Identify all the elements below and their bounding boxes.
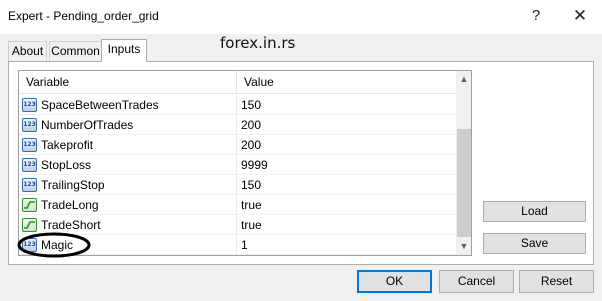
tab-about[interactable]: About: [8, 41, 47, 61]
boolean-icon: [22, 218, 37, 232]
header-variable[interactable]: Variable: [19, 71, 69, 94]
variable-value[interactable]: 200: [241, 135, 261, 155]
window-title: Expert - Pending_order_grid: [8, 9, 159, 23]
load-button[interactable]: Load: [483, 201, 586, 222]
variable-name: Takeprofit: [41, 138, 94, 152]
boolean-icon: [22, 198, 37, 212]
variable-name: TradeShort: [41, 218, 101, 232]
numeric-icon: 123: [22, 138, 37, 152]
variable-name: Magic: [41, 238, 74, 252]
numeric-icon: 123: [22, 178, 37, 192]
variable-value[interactable]: 150: [241, 95, 261, 115]
table-row[interactable]: TradeLong true: [19, 195, 456, 215]
cancel-button[interactable]: Cancel: [439, 270, 514, 293]
table-row[interactable]: 123 TrailingStop 150: [19, 175, 456, 195]
scroll-down-icon[interactable]: ▼: [456, 238, 471, 255]
variable-name: NumberOfTrades: [41, 118, 134, 132]
variable-value[interactable]: 200: [241, 115, 261, 135]
save-button[interactable]: Save: [483, 233, 586, 254]
close-icon[interactable]: ✕: [568, 5, 592, 27]
variable-value[interactable]: 150: [241, 175, 261, 195]
ok-button[interactable]: OK: [357, 270, 432, 293]
reset-button[interactable]: Reset: [519, 270, 594, 293]
variable-value[interactable]: true: [241, 215, 262, 235]
watermark-text: forex.in.rs: [220, 34, 296, 52]
numeric-icon: 123: [22, 98, 37, 112]
table-row[interactable]: TradeShort true: [19, 215, 456, 235]
tab-common[interactable]: Common: [49, 41, 102, 61]
inputs-grid: Variable Value 123 SpaceBetweenTrades 15…: [18, 70, 472, 256]
grid-header: Variable Value: [19, 71, 456, 94]
grid-scrollbar[interactable]: ▲ ▼: [456, 71, 471, 255]
variable-name: TrailingStop: [41, 178, 105, 192]
variable-value[interactable]: true: [241, 195, 262, 215]
variable-value[interactable]: 1: [241, 235, 248, 255]
scroll-up-icon[interactable]: ▲: [456, 71, 471, 88]
title-bar: Expert - Pending_order_grid ? ✕: [0, 0, 602, 34]
variable-name: StopLoss: [41, 158, 92, 172]
variable-name: SpaceBetweenTrades: [41, 98, 159, 112]
table-row[interactable]: 123 StopLoss 9999: [19, 155, 456, 175]
table-row[interactable]: 123 NumberOfTrades 200: [19, 115, 456, 135]
numeric-icon: 123: [22, 118, 37, 132]
table-row[interactable]: 123 SpaceBetweenTrades 150: [19, 95, 456, 115]
variable-value[interactable]: 9999: [241, 155, 268, 175]
variable-name: TradeLong: [41, 198, 99, 212]
tab-inputs[interactable]: Inputs: [101, 39, 147, 62]
header-value[interactable]: Value: [237, 71, 274, 94]
table-row[interactable]: 123 Takeprofit 200: [19, 135, 456, 155]
numeric-icon: 123: [22, 238, 37, 252]
help-icon[interactable]: ?: [526, 5, 546, 27]
scroll-thumb[interactable]: [457, 129, 471, 237]
table-row[interactable]: 123 Magic 1: [19, 235, 456, 255]
numeric-icon: 123: [22, 158, 37, 172]
